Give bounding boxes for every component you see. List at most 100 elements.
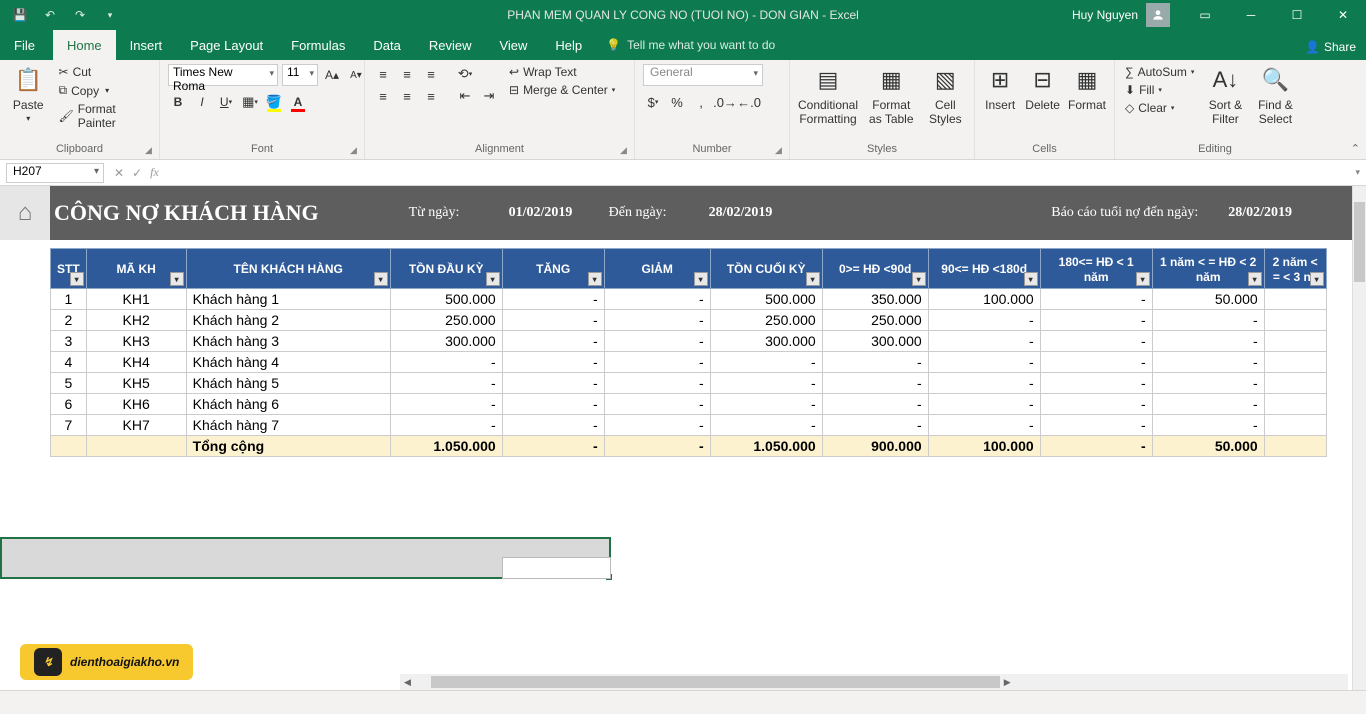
cell[interactable]: Khách hàng 6 — [186, 394, 390, 415]
cell[interactable]: - — [502, 310, 604, 331]
percent-format-icon[interactable]: % — [667, 92, 687, 112]
tell-me[interactable]: 💡 Tell me what you want to do — [606, 30, 775, 60]
undo-icon[interactable]: ↶ — [38, 3, 62, 27]
cell[interactable]: 3 — [51, 331, 87, 352]
avatar[interactable] — [1146, 3, 1170, 27]
cell[interactable]: 250.000 — [390, 310, 502, 331]
cell[interactable]: - — [822, 394, 928, 415]
cell[interactable]: KH5 — [86, 373, 186, 394]
column-header[interactable]: MÃ KH▾ — [86, 249, 186, 289]
cell[interactable]: - — [502, 331, 604, 352]
close-icon[interactable]: ✕ — [1320, 0, 1366, 30]
borders-button[interactable]: ▦▾ — [240, 92, 260, 112]
cell[interactable]: - — [604, 331, 710, 352]
filter-icon[interactable]: ▾ — [806, 272, 820, 286]
cell[interactable]: - — [710, 373, 822, 394]
formula-input[interactable] — [169, 163, 1342, 183]
font-color-button[interactable]: A — [288, 92, 308, 112]
cell[interactable] — [1264, 415, 1326, 436]
tab-view[interactable]: View — [485, 30, 541, 60]
cell[interactable]: - — [604, 415, 710, 436]
cell[interactable]: - — [604, 352, 710, 373]
cell[interactable]: - — [1152, 352, 1264, 373]
accounting-format-icon[interactable]: $▾ — [643, 92, 663, 112]
maximize-icon[interactable]: ☐ — [1274, 0, 1320, 30]
tab-insert[interactable]: Insert — [116, 30, 177, 60]
cell[interactable]: - — [1152, 394, 1264, 415]
orientation-icon[interactable]: ⟲▾ — [455, 64, 475, 84]
tab-page-layout[interactable]: Page Layout — [176, 30, 277, 60]
cell[interactable]: - — [710, 352, 822, 373]
cell[interactable]: 250.000 — [710, 310, 822, 331]
filter-icon[interactable]: ▾ — [1248, 272, 1262, 286]
font-dialog-launcher[interactable]: ◢ — [350, 145, 362, 157]
delete-cells-button[interactable]: ⊟Delete — [1025, 64, 1060, 112]
wrap-text-button[interactable]: ↩Wrap Text — [507, 64, 617, 80]
decrease-indent-icon[interactable]: ⇤ — [455, 86, 475, 106]
filter-icon[interactable]: ▾ — [912, 272, 926, 286]
cell[interactable]: - — [502, 394, 604, 415]
accept-formula-icon[interactable]: ✓ — [132, 166, 142, 180]
alignment-dialog-launcher[interactable]: ◢ — [620, 145, 632, 157]
column-header[interactable]: GIẢM▾ — [604, 249, 710, 289]
cell[interactable]: - — [390, 415, 502, 436]
tab-data[interactable]: Data — [359, 30, 414, 60]
cell[interactable]: - — [1040, 289, 1152, 310]
cell[interactable]: - — [390, 373, 502, 394]
cell[interactable] — [1264, 331, 1326, 352]
align-center-icon[interactable]: ≡ — [397, 86, 417, 106]
align-left-icon[interactable]: ≡ — [373, 86, 393, 106]
autosum-button[interactable]: ∑AutoSum▾ — [1123, 64, 1196, 80]
column-header[interactable]: TỒN CUỐI KỲ▾ — [710, 249, 822, 289]
tab-file[interactable]: File — [0, 30, 53, 60]
increase-decimal-icon[interactable]: .0→ — [715, 92, 735, 112]
tab-review[interactable]: Review — [415, 30, 486, 60]
increase-font-icon[interactable]: A▴ — [322, 65, 342, 85]
cell[interactable]: - — [710, 394, 822, 415]
merge-center-button[interactable]: ⊟Merge & Center▾ — [507, 82, 617, 98]
decrease-decimal-icon[interactable]: ←.0 — [739, 92, 759, 112]
filter-icon[interactable]: ▾ — [486, 272, 500, 286]
cell[interactable]: 50.000 — [1152, 289, 1264, 310]
table-row[interactable]: 7KH7Khách hàng 7-------- — [51, 415, 1327, 436]
table-row[interactable]: 3KH3Khách hàng 3300.000--300.000300.000-… — [51, 331, 1327, 352]
cell[interactable]: - — [604, 289, 710, 310]
cell[interactable]: 1 — [51, 289, 87, 310]
decrease-font-icon[interactable]: A▾ — [346, 65, 366, 85]
cell[interactable]: KH7 — [86, 415, 186, 436]
column-header[interactable]: TỒN ĐẦU KỲ▾ — [390, 249, 502, 289]
filter-icon[interactable]: ▾ — [588, 272, 602, 286]
cell[interactable]: - — [1040, 373, 1152, 394]
sort-filter-button[interactable]: A↓Sort & Filter — [1204, 64, 1246, 126]
align-top-icon[interactable]: ≡ — [373, 64, 393, 84]
copy-button[interactable]: ⧉Copy▾ — [57, 82, 151, 99]
align-right-icon[interactable]: ≡ — [421, 86, 441, 106]
cell[interactable]: Khách hàng 5 — [186, 373, 390, 394]
cell[interactable]: - — [928, 331, 1040, 352]
ribbon-options-icon[interactable]: ▭ — [1182, 0, 1228, 30]
cell[interactable]: - — [502, 373, 604, 394]
filter-icon[interactable]: ▾ — [1136, 272, 1150, 286]
cell[interactable]: - — [502, 415, 604, 436]
column-header[interactable]: 90<= HĐ <180d▾ — [928, 249, 1040, 289]
find-select-button[interactable]: 🔍Find & Select — [1254, 64, 1296, 126]
cell[interactable]: - — [1040, 394, 1152, 415]
cell[interactable] — [1264, 352, 1326, 373]
clear-button[interactable]: ◇Clear▾ — [1123, 100, 1196, 116]
home-nav-icon[interactable]: ⌂ — [0, 186, 50, 240]
fx-icon[interactable]: fx — [150, 165, 159, 180]
cell[interactable]: - — [502, 352, 604, 373]
cell[interactable]: KH6 — [86, 394, 186, 415]
cell[interactable]: KH1 — [86, 289, 186, 310]
cell[interactable]: - — [710, 415, 822, 436]
column-header[interactable]: 0>= HĐ <90d▾ — [822, 249, 928, 289]
insert-cells-button[interactable]: ⊞Insert — [983, 64, 1017, 112]
cell[interactable]: Khách hàng 1 — [186, 289, 390, 310]
cancel-formula-icon[interactable]: ✕ — [114, 166, 124, 180]
horizontal-scrollbar[interactable]: ◀▶ — [400, 674, 1348, 690]
filter-icon[interactable]: ▾ — [374, 272, 388, 286]
clipboard-dialog-launcher[interactable]: ◢ — [145, 145, 157, 157]
table-row[interactable]: 4KH4Khách hàng 4-------- — [51, 352, 1327, 373]
cell[interactable]: - — [390, 394, 502, 415]
cell[interactable]: 500.000 — [710, 289, 822, 310]
